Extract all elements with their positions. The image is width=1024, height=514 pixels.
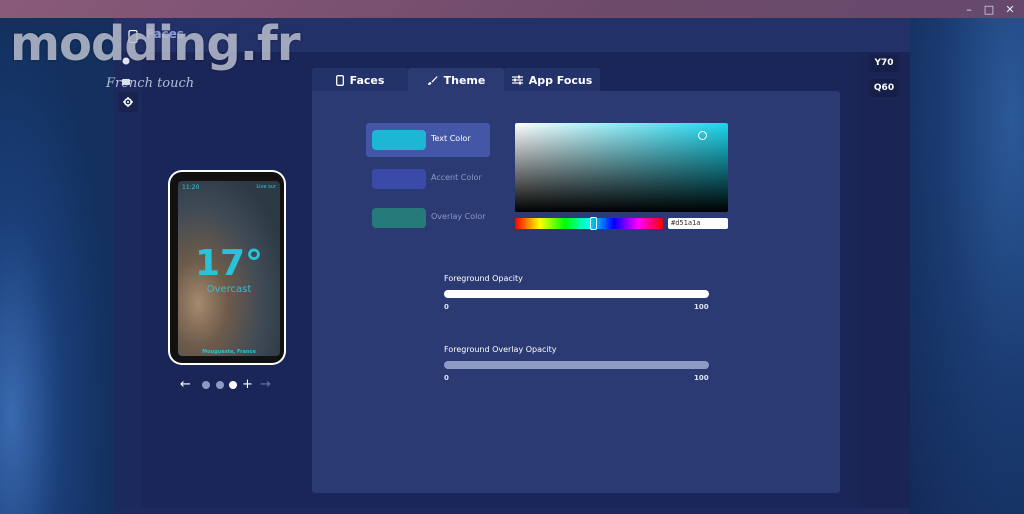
hex-input[interactable]: #d51a1a [668,218,728,229]
arrow-right-icon[interactable]: → [260,378,271,392]
color-swatch [372,130,426,150]
pager-dot[interactable] [202,381,210,389]
tab-theme[interactable]: Theme [408,68,504,92]
maximize-button[interactable]: □ [980,3,998,17]
slider-label: Foreground Overlay Opacity [444,345,557,354]
phone-condition: Overcast [206,284,252,295]
color-label: Accent Color [431,173,482,182]
close-button[interactable]: ✕ [1001,3,1019,17]
color-label: Overlay Color [431,212,486,221]
phone-icon [335,74,344,86]
watermark-subtitle: French touch [106,76,195,91]
foreground-overlay-opacity-slider[interactable] [444,361,709,369]
color-option-overlay[interactable]: Overlay Color [366,201,490,235]
device-sidebar: Y70 Q60 [860,52,910,508]
phone-temperature: 17° [194,243,264,284]
minimize-button[interactable]: – [960,3,978,17]
saturation-picker[interactable] [515,123,728,212]
phone-time: 11:20 [182,184,200,191]
color-option-text[interactable]: Text Color [366,123,490,157]
slider-max: 100 [694,374,709,382]
gear-icon [123,97,133,107]
foreground-opacity-slider[interactable] [444,290,709,298]
device-chip-y70[interactable]: Y70 [869,54,899,72]
phone-location: Mougueste, France [202,349,256,355]
color-swatch [372,208,426,228]
tab-label: Theme [443,73,486,87]
color-option-accent[interactable]: Accent Color [366,162,490,196]
hue-handle[interactable] [590,217,597,230]
picker-handle[interactable] [698,131,707,140]
phone-live-label: Live sur [256,184,276,190]
slider-min: 0 [444,303,449,311]
tab-app-focus[interactable]: App Focus [504,68,600,92]
phone-preview: 11:20 Live sur 17° Overcast Mougueste, F… [168,170,286,365]
pager-dot[interactable] [216,381,224,389]
window-left-backdrop [0,18,114,514]
plus-icon[interactable]: + [242,378,253,392]
device-chip-q60[interactable]: Q60 [869,79,899,97]
left-rail [114,52,142,508]
arrow-left-icon[interactable]: ← [180,378,191,392]
tab-label: App Focus [528,73,593,87]
sliders-icon [511,75,523,85]
color-swatch [372,169,426,189]
slider-label: Foreground Opacity [444,274,523,283]
color-label: Text Color [431,134,471,143]
watermark-logo: modding.fr [10,16,300,72]
hue-slider[interactable] [515,217,663,230]
tab-faces[interactable]: Faces [312,68,408,92]
tab-label: Faces [349,73,385,87]
window-right-backdrop [910,18,1024,514]
slider-min: 0 [444,374,449,382]
pager-dot-active[interactable] [229,381,237,389]
settings-button[interactable] [118,92,138,112]
brush-icon [427,75,438,85]
phone-screen: 11:20 Live sur 17° Overcast Mougueste, F… [178,181,280,356]
slider-max: 100 [694,303,709,311]
